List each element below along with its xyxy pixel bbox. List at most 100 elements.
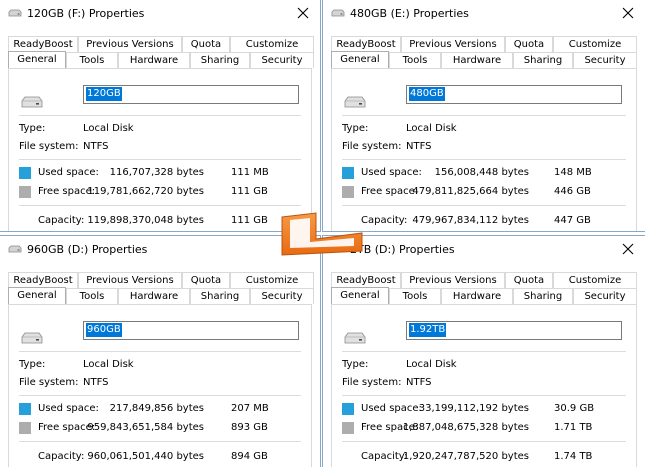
tab-previous-versions[interactable]: Previous Versions bbox=[401, 272, 505, 288]
divider bbox=[342, 351, 626, 352]
free-space-swatch bbox=[342, 186, 354, 198]
tab-strip-top: ReadyBoost Previous Versions Quota Customiz… bbox=[331, 36, 637, 52]
capacity-bytes: 1,920,247,787,520 bytes bbox=[402, 451, 529, 462]
tab-previous-versions[interactable]: Previous Versions bbox=[78, 36, 182, 52]
free-space-bytes: 119,781,662,720 bytes bbox=[87, 186, 204, 197]
tab-customize[interactable]: Customize bbox=[230, 272, 314, 288]
tab-customize[interactable]: Customize bbox=[230, 36, 314, 52]
file-system-value: NTFS bbox=[83, 141, 109, 152]
used-space-swatch bbox=[342, 403, 354, 415]
drive-icon bbox=[331, 9, 345, 17]
tab-hardware[interactable]: Hardware bbox=[441, 52, 513, 68]
drive-label-value: 480GB bbox=[409, 87, 445, 101]
capacity-size: 447 GB bbox=[554, 215, 591, 226]
hard-drive-icon bbox=[344, 332, 366, 344]
tab-readyboost[interactable]: ReadyBoost bbox=[331, 36, 401, 52]
divider bbox=[342, 441, 626, 442]
tab-sharing[interactable]: Sharing bbox=[513, 52, 573, 68]
tab-hardware[interactable]: Hardware bbox=[118, 52, 190, 68]
file-system-value: NTFS bbox=[83, 377, 109, 388]
tab-customize[interactable]: Customize bbox=[553, 272, 637, 288]
used-space-size: 30.9 GB bbox=[554, 403, 595, 414]
used-space-bytes: 217,849,856 bytes bbox=[109, 403, 204, 414]
tab-strip-top: ReadyBoost Previous Versions Quota Customiz… bbox=[8, 272, 314, 288]
drive-icon bbox=[8, 9, 22, 17]
drive-label-input[interactable]: 1.92TB bbox=[406, 321, 622, 340]
tab-quota[interactable]: Quota bbox=[182, 272, 230, 288]
tab-hardware[interactable]: Hardware bbox=[441, 288, 513, 304]
used-space-size: 207 MB bbox=[231, 403, 269, 414]
divider bbox=[19, 159, 301, 160]
properties-window: 960GB (D:) Properties ReadyBoost Previous … bbox=[0, 235, 321, 467]
close-button[interactable] bbox=[619, 240, 637, 258]
tab-readyboost[interactable]: ReadyBoost bbox=[8, 272, 78, 288]
free-space-swatch bbox=[19, 186, 31, 198]
tab-readyboost[interactable]: ReadyBoost bbox=[8, 36, 78, 52]
tab-customize[interactable]: Customize bbox=[553, 36, 637, 52]
tab-tools[interactable]: Tools bbox=[389, 52, 441, 68]
free-space-size: 446 GB bbox=[554, 186, 591, 197]
free-space-swatch bbox=[19, 422, 31, 434]
tab-general[interactable]: General bbox=[8, 287, 66, 305]
tab-general[interactable]: General bbox=[331, 287, 389, 305]
title-bar[interactable]: 2TB (D:) Properties bbox=[323, 236, 645, 264]
general-panel: 1.92TB Type: Local Disk File system: NTFS Use… bbox=[331, 304, 637, 467]
tab-security[interactable]: Security bbox=[573, 52, 637, 68]
properties-window: 2TB (D:) Properties ReadyBoost Previous Ve… bbox=[322, 235, 645, 467]
properties-window: 120GB (F:) Properties ReadyBoost Previous … bbox=[0, 0, 321, 232]
title-bar[interactable]: 960GB (D:) Properties bbox=[0, 236, 320, 264]
type-value: Local Disk bbox=[406, 123, 457, 134]
capacity-size: 1.74 TB bbox=[554, 451, 593, 462]
tab-hardware[interactable]: Hardware bbox=[118, 288, 190, 304]
capacity-bytes: 119,898,370,048 bytes bbox=[87, 215, 204, 226]
divider bbox=[342, 395, 626, 396]
tab-tools[interactable]: Tools bbox=[389, 288, 441, 304]
tab-quota[interactable]: Quota bbox=[505, 272, 553, 288]
tab-security[interactable]: Security bbox=[573, 288, 637, 304]
used-space-label: Used space: bbox=[38, 167, 99, 178]
general-panel: 120GB Type: Local Disk File system: NTFS Used… bbox=[8, 68, 312, 231]
hard-drive-icon bbox=[21, 96, 43, 108]
tab-security[interactable]: Security bbox=[250, 288, 314, 304]
used-space-bytes: 116,707,328 bytes bbox=[109, 167, 204, 178]
title-bar[interactable]: 120GB (F:) Properties bbox=[0, 0, 320, 28]
drive-label-input[interactable]: 120GB bbox=[83, 85, 299, 104]
tab-general[interactable]: General bbox=[8, 51, 66, 69]
drive-label-input[interactable]: 480GB bbox=[406, 85, 622, 104]
drive-icon bbox=[8, 245, 22, 253]
tab-quota[interactable]: Quota bbox=[505, 36, 553, 52]
tab-tools[interactable]: Tools bbox=[66, 288, 118, 304]
close-button[interactable] bbox=[619, 4, 637, 22]
file-system-label: File system: bbox=[19, 377, 79, 388]
tab-sharing[interactable]: Sharing bbox=[190, 288, 250, 304]
free-space-swatch bbox=[342, 422, 354, 434]
divider bbox=[19, 441, 301, 442]
used-space-swatch bbox=[19, 403, 31, 415]
tab-sharing[interactable]: Sharing bbox=[190, 52, 250, 68]
tab-strip-top: ReadyBoost Previous Versions Quota Customiz… bbox=[8, 36, 314, 52]
drive-label-value: 120GB bbox=[86, 87, 122, 101]
file-system-value: NTFS bbox=[406, 141, 432, 152]
drive-label-input[interactable]: 960GB bbox=[83, 321, 299, 340]
close-button[interactable] bbox=[294, 4, 312, 22]
tab-tools[interactable]: Tools bbox=[66, 52, 118, 68]
used-space-swatch bbox=[342, 167, 354, 179]
used-space-label: Used space: bbox=[361, 167, 422, 178]
type-value: Local Disk bbox=[406, 359, 457, 370]
tab-security[interactable]: Security bbox=[250, 52, 314, 68]
file-system-value: NTFS bbox=[406, 377, 432, 388]
tab-sharing[interactable]: Sharing bbox=[513, 288, 573, 304]
type-label: Type: bbox=[19, 359, 46, 370]
title-bar[interactable]: 480GB (E:) Properties bbox=[323, 0, 645, 28]
tab-readyboost[interactable]: ReadyBoost bbox=[331, 272, 401, 288]
file-system-label: File system: bbox=[342, 141, 402, 152]
tab-previous-versions[interactable]: Previous Versions bbox=[401, 36, 505, 52]
type-value: Local Disk bbox=[83, 359, 134, 370]
type-label: Type: bbox=[342, 123, 369, 134]
divider bbox=[342, 159, 626, 160]
tab-general[interactable]: General bbox=[331, 51, 389, 69]
free-space-bytes: 959,843,651,584 bytes bbox=[87, 422, 204, 433]
tab-quota[interactable]: Quota bbox=[182, 36, 230, 52]
divider bbox=[342, 115, 626, 116]
tab-previous-versions[interactable]: Previous Versions bbox=[78, 272, 182, 288]
